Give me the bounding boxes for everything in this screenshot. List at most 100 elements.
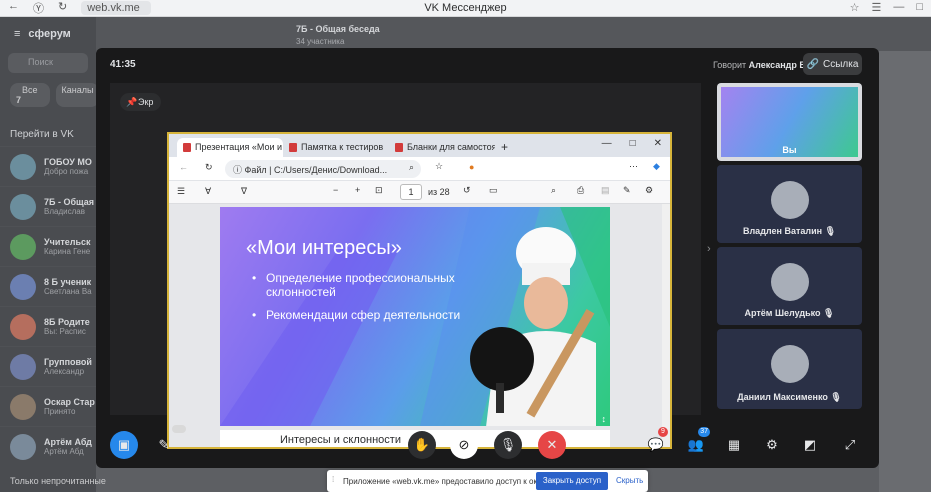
hide-notification-link[interactable]: Скрыть [616,476,643,485]
minimize-call-button[interactable]: ◩ [796,431,824,459]
draw-icon[interactable]: ∇ [241,186,247,197]
screen-share-button[interactable]: ▣ [110,431,138,459]
screen-label-button[interactable]: 📌 Экр [120,93,162,111]
participant-tile-self[interactable]: Вы [717,83,862,161]
avatar [771,263,809,301]
back-icon[interactable]: ← [8,0,19,16]
page-number-input[interactable]: 1 [400,184,422,200]
slide-corner-icon: ↕ [601,414,607,424]
more-icon[interactable]: ⋯ [629,161,638,172]
reload-icon[interactable]: ↻ [58,0,67,16]
avatar [771,345,809,383]
favorite-icon[interactable]: ☆ [435,161,443,172]
edge-address-bar[interactable]: ⓘ Файл | C:/Users/Денис/Download... [225,160,421,178]
camera-off-button[interactable]: ⊘ [450,431,478,459]
minimize-icon[interactable]: — [602,138,612,149]
bookmark-icon[interactable]: ☆ [850,1,860,14]
stop-sharing-button[interactable]: Закрыть доступ [536,472,608,490]
back-icon[interactable]: ← [179,162,188,172]
menu-icon[interactable]: ≡ [14,28,20,40]
list-item[interactable]: 8 Б ученик Светлана Ва [0,266,96,306]
reload-icon[interactable]: ↻ [205,162,213,173]
avatar [10,193,36,220]
picture-in-picture-icon: ◩ [803,437,817,452]
settings-button[interactable]: ⚙ [758,431,786,459]
print-icon[interactable]: ⎙ [577,185,584,196]
drag-handle-icon[interactable]: ⁞ [332,475,334,484]
chevron-right-icon[interactable]: › [707,243,711,255]
fullscreen-button[interactable]: ⤢ [836,431,864,459]
participant-tile[interactable]: Владлен Ваталин 🎙︎ [717,165,862,243]
filter-channels[interactable]: Каналы [55,83,100,107]
tab-blanks[interactable]: Бланки для самостоя [389,138,495,157]
extensions-icon[interactable]: ● [469,162,474,172]
pdf-scrollbar[interactable] [662,204,670,447]
address-bar[interactable]: web.vk.me [81,1,152,15]
slide-page: «Мои интересы» Определение профессиональ… [220,207,610,426]
list-item[interactable]: Артём Абд Артём Абд [0,426,96,466]
filter-icon[interactable]: ∀ [205,186,211,197]
slide-bullets: Определение профессиональных склонностей… [252,271,482,330]
mic-off-icon: 🎙︎ [824,226,837,236]
new-tab-icon[interactable]: + [495,140,514,157]
menu-icon[interactable]: ☰ [871,1,881,14]
unread-only-toggle[interactable]: Только непрочитанные [0,470,106,492]
list-item[interactable]: ГОБОУ МО Добро пожа [0,146,96,186]
zoom-out-icon[interactable]: − [333,185,338,195]
pin-icon: 📌 [126,97,138,107]
list-item[interactable]: Оскар Стар Принято [0,386,96,426]
avatar [10,313,36,340]
goto-vk-link[interactable]: Перейти в VK [0,123,96,146]
rotate-icon[interactable]: ↺ [463,185,471,196]
maximize-icon[interactable]: □ [916,1,923,14]
tab-memo[interactable]: Памятка к тестиров [283,138,389,157]
participant-name: Владлен Ваталин 🎙︎ [742,226,837,236]
close-icon[interactable]: ✕ [654,138,662,149]
notification-text: Приложение «web.vk.me» предоставило дост… [343,476,547,486]
link-icon: 🔗 [806,58,820,70]
screen-share-icon: ▣ [117,437,131,452]
participants-button[interactable]: 👥 37 [682,427,710,459]
chat-badge: 9 [658,427,668,437]
microphone-button[interactable]: 🎙︎ [494,431,522,459]
participant-tile[interactable]: Даниил Максименко 🎙︎ [717,329,862,409]
chat-sidebar: ≡ сферум Поиск Все 7 Каналы Перейти в VK … [0,17,100,492]
list-item[interactable]: 7Б - Общая Владислав [0,186,96,226]
raise-hand-button[interactable]: ✋ [408,431,436,459]
list-item[interactable]: Групповой Александр [0,346,96,386]
list-item[interactable]: 8Б Родите Вы: Распис [0,306,96,346]
chat-title[interactable]: 7Б - Общая беседа [296,24,380,34]
zoom-in-icon[interactable]: + [355,185,360,195]
maximize-icon[interactable]: □ [630,138,636,149]
avatar [10,353,36,380]
copilot-icon[interactable]: ◆ [653,161,660,172]
find-icon[interactable]: ⌕ [551,185,556,196]
zoom-icon[interactable]: ⌕ [409,162,414,173]
save-icon[interactable]: ▤ [601,185,610,196]
call-timer: 41:35 [110,59,136,70]
hand-icon: ✋ [413,437,431,452]
fit-page-icon[interactable]: ⊡ [375,185,383,196]
settings-icon[interactable]: ⚙ [645,185,653,196]
filter-all[interactable]: Все 7 [10,83,50,107]
contents-icon[interactable]: ☰ [177,186,185,197]
list-item[interactable]: Учительск Карина Гене [0,226,96,266]
save-as-icon[interactable]: ✎ [623,185,631,196]
participant-name: Вы [782,145,797,155]
edge-tab-strip: Презентация «Мои и Памятка к тестиров Бл… [169,134,670,157]
link-button[interactable]: 🔗 Ссылка [803,53,862,75]
end-call-button[interactable]: ✕ [538,431,566,459]
search-input[interactable]: Поиск [8,53,88,73]
tab-presentation[interactable]: Презентация «Мои и [177,138,283,157]
minimize-icon[interactable]: — [893,1,904,14]
pdf-viewer: «Мои интересы» Определение профессиональ… [169,204,670,447]
participant-name: Даниил Максименко 🎙︎ [737,392,842,402]
participant-tile[interactable]: Артём Шелудько 🎙︎ [717,247,862,325]
layout-icon[interactable]: ▭ [489,185,498,196]
chat-button[interactable]: 💬 9 [642,427,670,459]
slide-bullet: Рекомендации сфер деятельности [252,308,482,323]
fullscreen-icon: ⤢ [844,437,856,452]
effects-button[interactable]: ✎ [150,425,186,459]
yandex-icon[interactable]: Ⓨ [33,0,44,16]
layout-button[interactable]: ▦ [720,431,748,459]
